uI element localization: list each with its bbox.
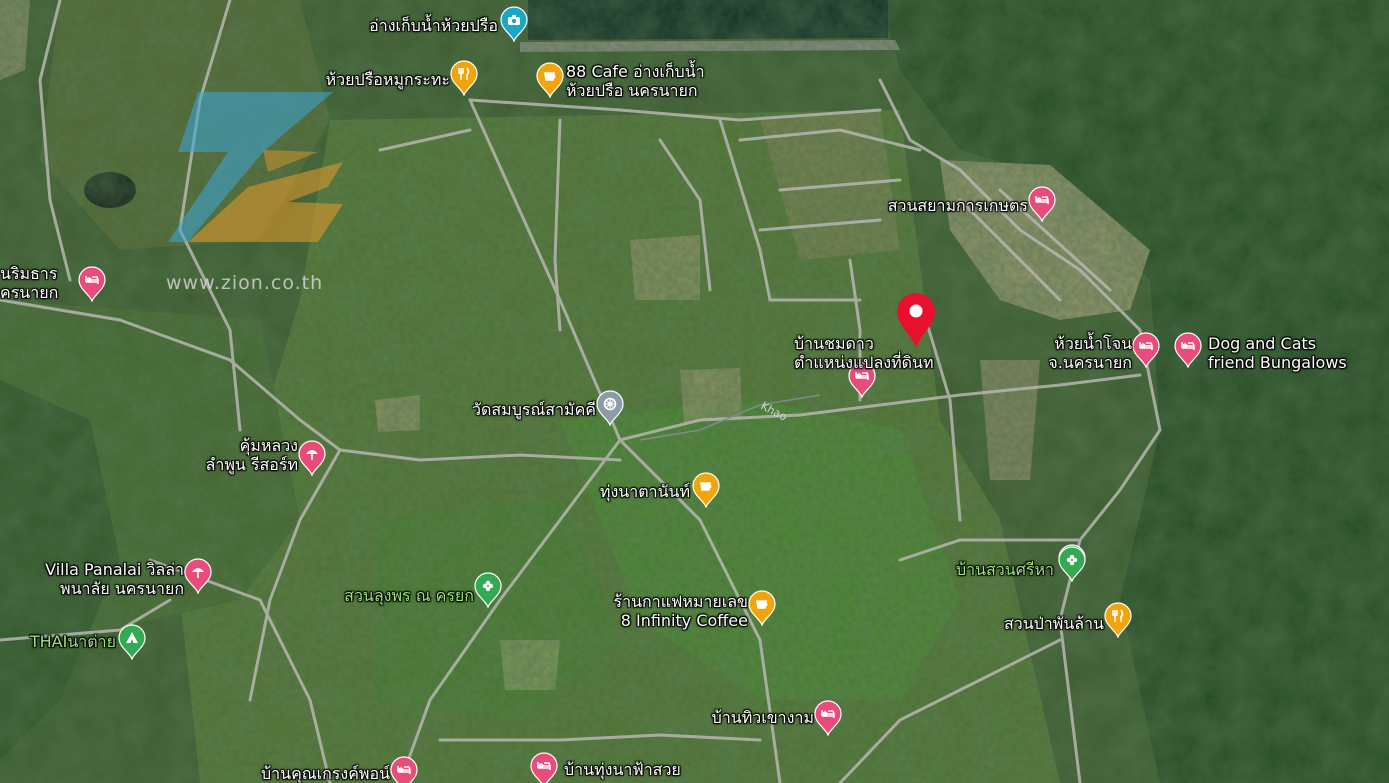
hotel-baan-thung-na-label[interactable]: บ้านทุ่งนาฟ้าสวย (564, 760, 681, 779)
camera-icon (500, 6, 528, 42)
hotel-suan-siam-label[interactable]: สวนสยามการเกษตร (830, 196, 1028, 215)
label-line: ห้วยปรือ นครนายก (566, 81, 698, 100)
label-line: นริมธาร (0, 264, 58, 283)
bed-icon (390, 756, 418, 783)
hotel-baan-thiw-label[interactable]: บ้านทิวเขางาม (672, 708, 814, 727)
park-suan-lung-pin[interactable] (474, 572, 502, 608)
satellite-map[interactable]: www.zion.co.th Khao อ่างเก็บน้ำห้วยปรือห… (0, 0, 1389, 783)
label-line: Villa Panalai วิลล่า (45, 560, 184, 579)
restaurant-huai-prue-label[interactable]: ห้วยปรือหมูกระทะ (270, 70, 450, 89)
hotel-bottom-left-pin[interactable] (390, 756, 418, 783)
label-line: จ.นครนายก (1048, 353, 1132, 372)
flower-icon (474, 572, 502, 608)
camp-thai-pin[interactable] (118, 624, 146, 660)
hotel-baan-thung-na-pin[interactable] (530, 752, 558, 783)
reservoir-camera-label[interactable]: อ่างเก็บน้ำห้วยปรือ (302, 16, 498, 35)
cafe-88-label[interactable]: 88 Cafe อ่างเก็บน้ำ ห้วยปรือ นครนายก (566, 62, 705, 100)
fork-knife-icon (1104, 602, 1132, 638)
label-line: สวนลุงพร ณ ครยก (344, 586, 474, 605)
label-line: บ้านทิวเขางาม (711, 708, 814, 727)
hotel-dog-cats-label[interactable]: Dog and Cats friend Bungalows (1208, 334, 1347, 372)
bed-icon (1028, 186, 1056, 222)
label-line: บ้านสวนศรีหา (955, 560, 1054, 579)
zion-logo-icon (168, 92, 343, 242)
bed-icon (530, 752, 558, 783)
label-line: ร้านกาแฟหมายเลข (613, 592, 749, 611)
bed-icon (814, 700, 842, 736)
coffee-cup-icon (536, 62, 564, 98)
hotel-huai-nam-chon-pin[interactable] (1132, 332, 1160, 368)
park-suan-lung-label[interactable]: สวนลุงพร ณ ครยก (290, 586, 474, 605)
coffee-cup-icon (692, 472, 720, 508)
label-line: friend Bungalows (1208, 353, 1347, 372)
cafe-infinity-label[interactable]: ร้านกาแฟหมายเลข 8 Infinity Coffee (560, 592, 749, 630)
label-line: บ้านทุ่งนาฟ้าสวย (564, 760, 681, 779)
villa-panalai-label[interactable]: Villa Panalai วิลล่า พนาลัย นครนายก (0, 560, 184, 598)
label-line: พนาลัย นครนายก (60, 579, 184, 598)
umbrella-icon (184, 558, 212, 594)
resort-khum-luang-pin[interactable] (298, 440, 326, 476)
dharma-wheel-icon (596, 390, 624, 426)
label-line: ครนายก (0, 283, 59, 302)
cafe-thung-na-pin[interactable] (692, 472, 720, 508)
label-line: สวนป่าพันล้าน (1003, 614, 1104, 633)
park-baan-suan-label[interactable]: บ้านสวนศรีหา (920, 560, 1054, 579)
restaurant-suan-pa-pin[interactable] (1104, 602, 1132, 638)
villa-panalai-pin[interactable] (184, 558, 212, 594)
hotel-huai-nam-chon-label[interactable]: ห้วยน้ำโจน จ.นครนายก (1014, 334, 1132, 372)
label-line: ตำแหน่งแปลงที่ดินท (794, 353, 934, 372)
label-line: THAIนาต่าย (29, 632, 116, 651)
cafe-infinity-pin[interactable] (748, 590, 776, 626)
label-line: สวนสยามการเกษตร (887, 196, 1028, 215)
restaurant-suan-pa-label[interactable]: สวนป่าพันล้าน (962, 614, 1104, 633)
bed-icon (1174, 332, 1202, 368)
bed-icon (78, 266, 106, 302)
hotel-nimitara-label[interactable]: นริมธาร ครนายก (0, 264, 58, 302)
label-line: ลำพูน รีสอร์ท (205, 455, 298, 474)
label-line: วัดสมบูรณ์สามัคคี (472, 400, 596, 419)
temple-wat-pin[interactable] (596, 390, 624, 426)
bed-icon (1132, 332, 1160, 368)
hotel-bottom-left-label[interactable]: บ้านคุณเกรงค์พอน์ (216, 764, 390, 783)
umbrella-icon (298, 440, 326, 476)
hotel-baan-chom-dao-label[interactable]: บ้านชมดาว ตำแหน่งแปลงที่ดินท (794, 334, 934, 372)
hotel-suan-siam-pin[interactable] (1028, 186, 1056, 222)
label-line: ห้วยปรือหมูกระทะ (325, 70, 450, 89)
temple-wat-label[interactable]: วัดสมบูรณ์สามัคคี (424, 400, 596, 419)
tent-icon (118, 624, 146, 660)
restaurant-huai-prue-pin[interactable] (450, 60, 478, 96)
cafe-thung-na-label[interactable]: ทุ่งนาตานันท์ (566, 482, 690, 501)
hotel-dog-cats-pin[interactable] (1174, 332, 1202, 368)
flower-icon (1058, 546, 1086, 582)
reservoir-camera-pin[interactable] (500, 6, 528, 42)
coffee-cup-icon (748, 590, 776, 626)
watermark-text: www.zion.co.th (166, 272, 324, 294)
cafe-88-pin[interactable] (536, 62, 564, 98)
label-line: บ้านคุณเกรงค์พอน์ (261, 764, 390, 783)
label-line: ทุ่งนาตานันท์ (599, 482, 690, 501)
label-line: Dog and Cats (1208, 334, 1317, 353)
fork-knife-icon (450, 60, 478, 96)
label-line: บ้านชมดาว (794, 334, 874, 353)
park-baan-suan-pin[interactable] (1058, 546, 1086, 582)
label-line: ห้วยน้ำโจน (1054, 334, 1132, 353)
label-line: 88 Cafe อ่างเก็บน้ำ (566, 62, 705, 81)
resort-khum-luang-label[interactable]: คุ้มหลวง ลำพูน รีสอร์ท (164, 436, 298, 474)
label-line: คุ้มหลวง (239, 436, 298, 455)
hotel-nimitara-pin[interactable] (78, 266, 106, 302)
label-line: 8 Infinity Coffee (620, 611, 748, 630)
hotel-baan-thiw-pin[interactable] (814, 700, 842, 736)
camp-thai-label[interactable]: THAIนาต่าย (0, 632, 116, 651)
label-line: อ่างเก็บน้ำห้วยปรือ (369, 16, 498, 35)
